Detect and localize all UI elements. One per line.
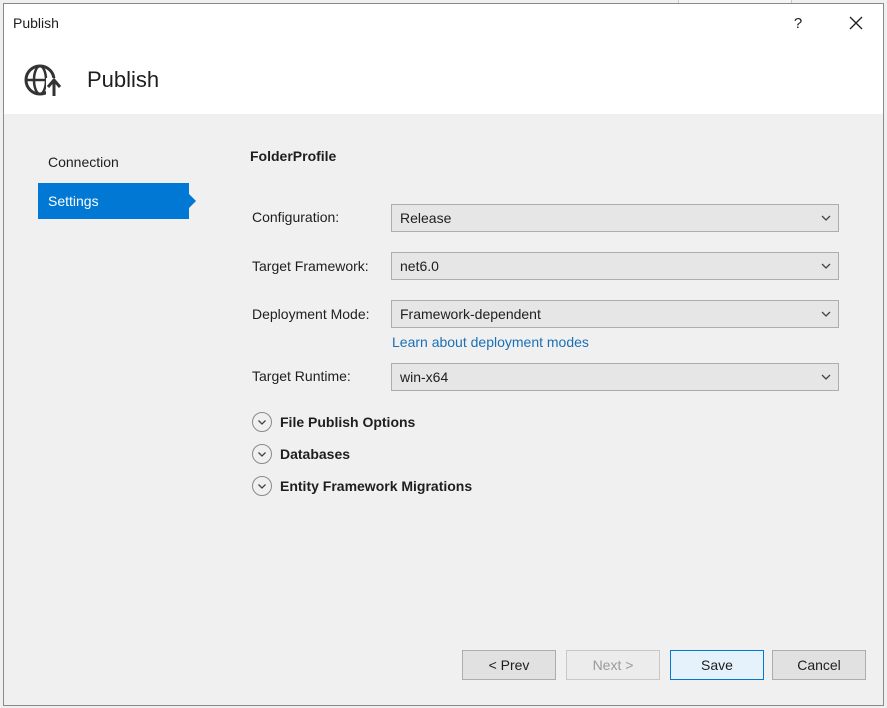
deployment-mode-value: Framework-dependent	[400, 306, 541, 322]
dialog-header: Publish	[4, 42, 883, 114]
target-runtime-value: win-x64	[400, 369, 449, 385]
target-framework-select[interactable]: net6.0	[391, 252, 839, 280]
expand-chevron-icon[interactable]	[252, 444, 272, 464]
expander-label: Databases	[280, 446, 351, 462]
chevron-down-icon	[821, 263, 831, 269]
sidebar-item-settings[interactable]: Settings	[38, 183, 196, 219]
profile-name: FolderProfile	[250, 148, 337, 164]
next-button[interactable]: Next >	[566, 650, 660, 680]
chevron-down-icon	[821, 215, 831, 221]
title-bar: Publish ?	[4, 4, 883, 42]
close-icon	[849, 16, 863, 30]
target-runtime-label: Target Runtime:	[252, 368, 351, 384]
sidebar-nav: Connection Settings	[38, 144, 208, 222]
databases-expander[interactable]: Databases	[252, 442, 350, 466]
target-runtime-select[interactable]: win-x64	[391, 363, 839, 391]
header-title: Publish	[87, 67, 160, 92]
configuration-value: Release	[400, 210, 452, 226]
target-framework-value: net6.0	[400, 258, 439, 274]
chevron-down-icon	[821, 311, 831, 317]
close-button[interactable]	[833, 4, 879, 42]
entity-framework-migrations-expander[interactable]: Entity Framework Migrations	[252, 474, 472, 498]
help-button[interactable]: ?	[775, 4, 821, 42]
globe-upload-icon	[24, 64, 62, 98]
window-title: Publish	[13, 15, 59, 31]
configuration-select[interactable]: Release	[391, 204, 839, 232]
deployment-mode-label: Deployment Mode:	[252, 306, 370, 322]
target-framework-label: Target Framework:	[252, 258, 369, 274]
sidebar-item-label: Settings	[48, 193, 99, 209]
prev-button[interactable]: < Prev	[462, 650, 556, 680]
expand-chevron-icon[interactable]	[252, 476, 272, 496]
configuration-label: Configuration:	[252, 209, 340, 225]
file-publish-options-expander[interactable]: File Publish Options	[252, 410, 415, 434]
publish-dialog: Publish ? Publish Connection Settings Fo…	[3, 3, 884, 706]
deployment-mode-select[interactable]: Framework-dependent	[391, 300, 839, 328]
sidebar-item-label: Connection	[48, 154, 119, 170]
cancel-button[interactable]: Cancel	[772, 650, 866, 680]
sidebar-item-connection[interactable]: Connection	[38, 144, 189, 180]
chevron-down-icon	[821, 374, 831, 380]
save-button[interactable]: Save	[670, 650, 764, 680]
expand-chevron-icon[interactable]	[252, 412, 272, 432]
expander-label: File Publish Options	[280, 414, 416, 430]
deployment-modes-link[interactable]: Learn about deployment modes	[392, 334, 589, 350]
expander-label: Entity Framework Migrations	[280, 478, 473, 494]
